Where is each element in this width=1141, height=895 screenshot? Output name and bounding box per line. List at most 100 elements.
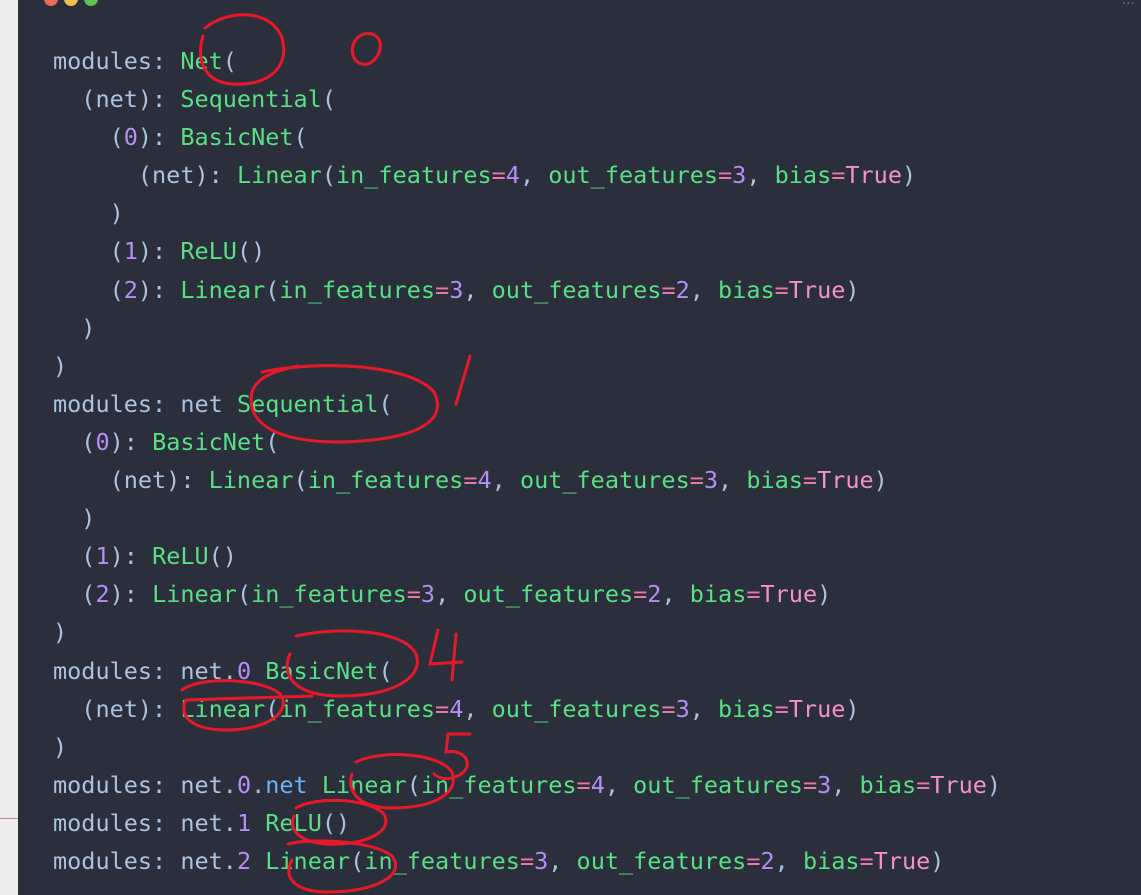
code-token: True [788, 275, 846, 304]
code-token: 2 [675, 275, 690, 304]
code-token: modules: net. [53, 808, 237, 837]
code-token: BasicNet [152, 427, 266, 456]
code-token: modules: net [53, 389, 237, 418]
minimize-button[interactable] [64, 0, 78, 6]
code-token: out_features [633, 770, 803, 799]
code-token: True [788, 694, 846, 723]
code-token: 2 [95, 580, 110, 609]
code-token: in_features [364, 846, 520, 875]
code-token: 1 [236, 808, 252, 837]
code-token: ( [321, 161, 336, 190]
code-token: ( [350, 846, 365, 875]
code-token: ) [53, 732, 68, 761]
code-token: = [802, 466, 818, 495]
code-token: out_features [519, 466, 690, 495]
code-token: = [802, 770, 818, 799]
code-token: ReLU [265, 808, 322, 837]
code-token: ) [986, 770, 1002, 799]
edge-mark [0, 818, 18, 819]
code-token: 3 [420, 580, 436, 609]
code-token: modules: net. [53, 656, 237, 685]
code-token: 0 [236, 770, 252, 799]
code-token: ) [53, 199, 124, 228]
code-token: True [760, 580, 818, 609]
code-token: Linear [152, 580, 237, 609]
code-token: . [251, 770, 266, 799]
code-token: 3 [703, 466, 719, 495]
code-token: 4 [477, 466, 492, 495]
code-token: ) [53, 351, 68, 380]
code-line: (1): ReLU() [53, 232, 1001, 270]
code-token: = [746, 846, 761, 875]
code-token: , [519, 161, 549, 190]
code-output: modules: Net( (net): Sequential( (0): Ba… [53, 42, 1001, 880]
code-token: , [463, 275, 492, 304]
code-token: Linear [236, 161, 322, 190]
code-token: 2 [760, 846, 775, 875]
code-token: bias [689, 580, 747, 609]
code-token: ) [53, 313, 96, 342]
code-token: Linear [265, 846, 351, 875]
code-token: , [689, 275, 719, 304]
code-token: Sequential [180, 85, 322, 114]
code-token: ( [321, 85, 336, 114]
code-line: (net): Linear(in_features=4, out_feature… [53, 690, 1001, 728]
code-token: = [491, 161, 506, 190]
code-line: ) [53, 613, 1001, 651]
code-token: ) [53, 618, 68, 647]
code-token: 3 [732, 161, 747, 190]
close-button[interactable] [44, 0, 58, 6]
code-line: (1): ReLU() [53, 537, 1001, 575]
code-token: Linear [180, 694, 266, 723]
code-token: ( [53, 275, 124, 304]
code-token: ) [845, 275, 860, 304]
code-token: ( [293, 466, 308, 495]
code-token: = [831, 161, 846, 190]
code-token: ( [53, 427, 96, 456]
code-token: ( [378, 389, 393, 418]
code-token: ( [53, 580, 96, 609]
code-token: (net): [53, 694, 181, 723]
code-token: = [916, 770, 931, 799]
code-token: out_features [463, 580, 634, 609]
code-line: (0): BasicNet( [53, 423, 1001, 461]
code-line: modules: Net( [53, 42, 1001, 80]
code-token: ReLU [180, 237, 237, 266]
code-token: in_features [307, 466, 464, 495]
code-token: (net): [53, 85, 181, 114]
code-token: 3 [534, 846, 549, 875]
code-token: out_features [491, 694, 662, 723]
code-token: 3 [675, 694, 690, 723]
code-token: , [604, 770, 634, 799]
code-token: 4 [590, 770, 605, 799]
code-token: = [576, 770, 591, 799]
code-line: (2): Linear(in_features=3, out_features=… [53, 271, 1001, 309]
code-token: ) [845, 694, 860, 723]
code-line: ) [53, 194, 1001, 232]
code-token: 0 [95, 427, 110, 456]
code-token: ( [265, 694, 280, 723]
code-token: = [463, 466, 478, 495]
code-token: 4 [449, 694, 464, 723]
code-line: modules: net.0 BasicNet( [53, 652, 1001, 690]
code-token: 3 [817, 770, 832, 799]
code-token: 3 [449, 275, 464, 304]
code-token: = [689, 466, 704, 495]
code-line: (net): Linear(in_features=4, out_feature… [53, 461, 1001, 499]
maximize-button[interactable] [84, 0, 98, 6]
code-token: True [845, 161, 902, 190]
code-token: = [519, 846, 535, 875]
code-token: ( [53, 123, 124, 152]
code-token: in_features [279, 694, 436, 723]
code-token: 2 [123, 275, 138, 304]
code-token: 2 [236, 846, 252, 875]
code-token: = [746, 580, 761, 609]
code-token: , [548, 846, 577, 875]
code-token: bias [746, 466, 803, 495]
code-line: (net): Linear(in_features=4, out_feature… [53, 156, 1001, 194]
code-token: BasicNet [265, 656, 379, 685]
code-token: = [774, 694, 789, 723]
